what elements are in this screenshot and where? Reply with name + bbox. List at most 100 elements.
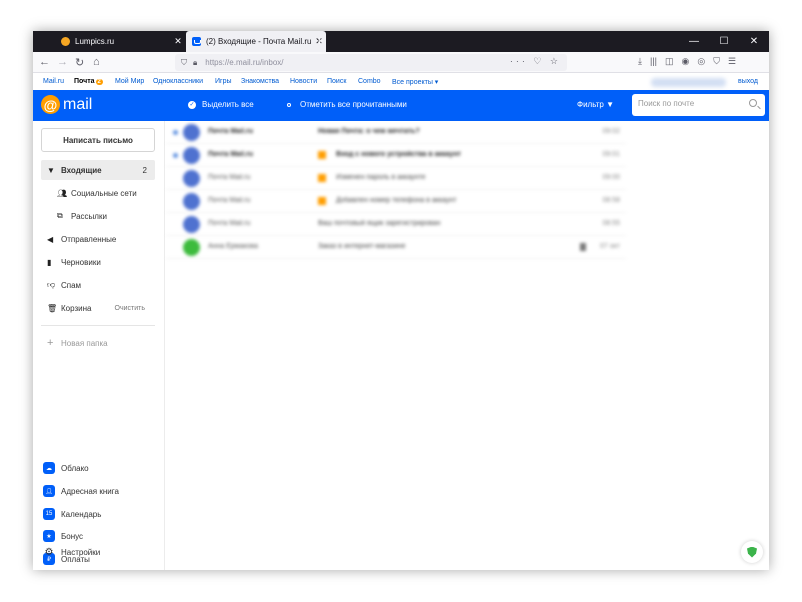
tab-mail-inbox[interactable]: (2) Входящие - Почта Mail.ru ✕: [186, 31, 326, 52]
message-row[interactable]: Почта Mail.ru Вход с нового устройства в…: [166, 144, 626, 167]
back-icon[interactable]: ←: [39, 56, 50, 68]
service-cloud[interactable]: ☁ Облако: [43, 460, 89, 476]
message-row[interactable]: Почта Mail.ru Изменен пароль в аккаунте …: [166, 167, 626, 190]
lock-icon[interactable]: 🔒︎: [193, 58, 197, 68]
new-folder-label: Новая папка: [61, 338, 108, 348]
url-text[interactable]: https://e.mail.ru/inbox/: [205, 58, 283, 67]
search-input[interactable]: [638, 99, 743, 108]
logout-link[interactable]: выход: [738, 78, 758, 85]
portal-link-znakomstva[interactable]: Знакомства: [241, 78, 279, 85]
portal-link-novosti[interactable]: Новости: [290, 78, 317, 85]
menu-icon[interactable]: ☰: [728, 56, 736, 67]
tab-lumpics[interactable]: Lumpics.ru ✕: [55, 31, 185, 52]
lumpics-favicon-icon: [61, 37, 70, 46]
shield-check-icon: [747, 546, 757, 558]
portal-link-mailru[interactable]: Mail.ru: [43, 78, 64, 85]
unread-dot[interactable]: [173, 130, 178, 135]
message-sender: Почта Mail.ru: [208, 220, 251, 227]
compose-button[interactable]: Написать письмо: [41, 128, 155, 152]
folder-inbox[interactable]: ▼ Входящие 2: [41, 160, 155, 180]
minimize-button[interactable]: —: [679, 31, 709, 52]
message-date: 08:58: [602, 197, 620, 204]
mail-favicon-icon: [192, 37, 201, 46]
account-email-blurred[interactable]: [651, 78, 726, 87]
service-address-book[interactable]: 👤︎ Адресная книга: [43, 483, 119, 499]
address-bar[interactable]: ⛉ 🔒︎ https://e.mail.ru/inbox/ ··· ♡ ☆: [175, 54, 567, 71]
newsletter-icon: ⧉: [57, 211, 63, 220]
folder-drafts[interactable]: ▮ Черновики: [41, 252, 155, 272]
clear-trash-button[interactable]: Очистить: [115, 305, 145, 312]
home-icon[interactable]: ⌂: [93, 56, 100, 68]
reload-icon[interactable]: ↻: [75, 56, 84, 69]
avatar: [183, 216, 200, 233]
browser-window: Lumpics.ru ✕ (2) Входящие - Почта Mail.r…: [33, 31, 769, 570]
folder-label: Черновики: [61, 257, 101, 267]
contacts-icon: 👤︎: [43, 485, 55, 497]
flag-icon[interactable]: [318, 151, 326, 159]
message-sender: Почта Mail.ru: [208, 128, 254, 135]
portal-link-igry[interactable]: Игры: [215, 78, 232, 85]
filter-dropdown[interactable]: Фильтр ▼: [577, 100, 614, 109]
avatar: [183, 193, 200, 210]
message-subject: Ваш почтовый ящик зарегистрирован: [318, 220, 441, 227]
portal-link-poisk[interactable]: Поиск: [327, 78, 346, 85]
folder-sent[interactable]: ◀ Отправленные: [41, 229, 155, 249]
portal-link-all-projects[interactable]: Все проекты ▾: [392, 78, 438, 86]
tracking-shield-icon[interactable]: ⛉: [181, 58, 187, 68]
search-icon[interactable]: [749, 99, 757, 107]
new-folder-button[interactable]: + Новая папка: [41, 333, 155, 353]
tab-title: Lumpics.ru: [75, 37, 115, 46]
select-all-button[interactable]: ✓ Выделить все: [188, 100, 254, 109]
message-row[interactable]: Почта Mail.ru Новая Почта: о чем мечтать…: [166, 121, 626, 144]
gear-icon: ⚙: [44, 546, 54, 558]
account-icon[interactable]: ◎: [697, 56, 705, 67]
folder-trash[interactable]: 🗑︎ Корзина Очистить: [41, 298, 155, 318]
folder-newsletters[interactable]: ⧉ Рассылки: [41, 206, 155, 226]
mail-logo[interactable]: @ mail: [41, 95, 92, 114]
flag-icon[interactable]: [318, 174, 326, 182]
folder-spam[interactable]: 👎︎ Спам: [41, 275, 155, 295]
close-window-button[interactable]: ✕: [739, 31, 769, 52]
message-sender: Анна Ермакова: [208, 243, 259, 250]
message-row[interactable]: Почта Mail.ru Добавлен номер телефона в …: [166, 190, 626, 213]
message-subject: Вход с нового устройства в аккаунт: [336, 151, 461, 158]
tab-close-icon[interactable]: ✕: [171, 36, 185, 47]
portal-link-pochta[interactable]: Почта 2: [74, 78, 103, 85]
divider: [41, 325, 155, 326]
mark-all-read-button[interactable]: Отметить все прочитанными: [287, 100, 407, 109]
new-tab-button[interactable]: +: [316, 33, 324, 48]
message-subject: Изменен пароль в аккаунте: [336, 174, 426, 181]
settings-link[interactable]: ⚙ Настройки: [43, 544, 101, 560]
draft-icon: ▮: [47, 257, 52, 267]
caret-down-icon[interactable]: ▼: [47, 166, 61, 175]
folder-label: Корзина: [61, 303, 92, 313]
page-actions-icon[interactable]: ··· ♡ ☆: [510, 56, 561, 67]
portal-link-combo[interactable]: Combo: [358, 78, 381, 85]
folder-label: Входящие: [61, 165, 102, 175]
library-icon[interactable]: |||: [650, 56, 657, 67]
tab-title: (2) Входящие - Почта Mail.ru: [206, 37, 312, 46]
message-row[interactable]: Почта Mail.ru Ваш почтовый ящик зарегист…: [166, 213, 626, 236]
portal-link-moi-mir[interactable]: Мой Мир: [115, 78, 144, 85]
forward-icon[interactable]: →: [57, 56, 68, 68]
security-shield-icon[interactable]: [741, 541, 763, 563]
message-row[interactable]: Анна Ермакова Заказ в интернет-магазине …: [166, 236, 626, 259]
logo-text: mail: [63, 95, 93, 113]
at-logo-icon: @: [41, 95, 60, 114]
search-box[interactable]: [632, 94, 765, 116]
portal-link-odnoklassniki[interactable]: Одноклассники: [153, 78, 203, 85]
folder-sidebar: Написать письмо ▼ Входящие 2 👥︎ Социальн…: [33, 121, 165, 570]
service-bonus[interactable]: ★ Бонус: [43, 528, 83, 544]
folder-social[interactable]: 👥︎ Социальные сети: [41, 183, 155, 203]
message-sender: Почта Mail.ru: [208, 197, 251, 204]
flag-icon[interactable]: [318, 197, 326, 205]
maximize-button[interactable]: ☐: [709, 31, 739, 52]
shield-extension-icon[interactable]: ⛉: [713, 56, 720, 67]
message-subject: Заказ в интернет-магазине: [318, 243, 406, 250]
service-calendar[interactable]: 15 Календарь: [43, 506, 101, 522]
extension-icon[interactable]: ◉: [682, 56, 690, 67]
download-icon[interactable]: ⤓: [638, 56, 642, 67]
unread-dot[interactable]: [173, 153, 178, 158]
sidebar-icon[interactable]: ◫: [665, 56, 674, 67]
thumbs-down-icon: 👎︎: [47, 280, 56, 289]
